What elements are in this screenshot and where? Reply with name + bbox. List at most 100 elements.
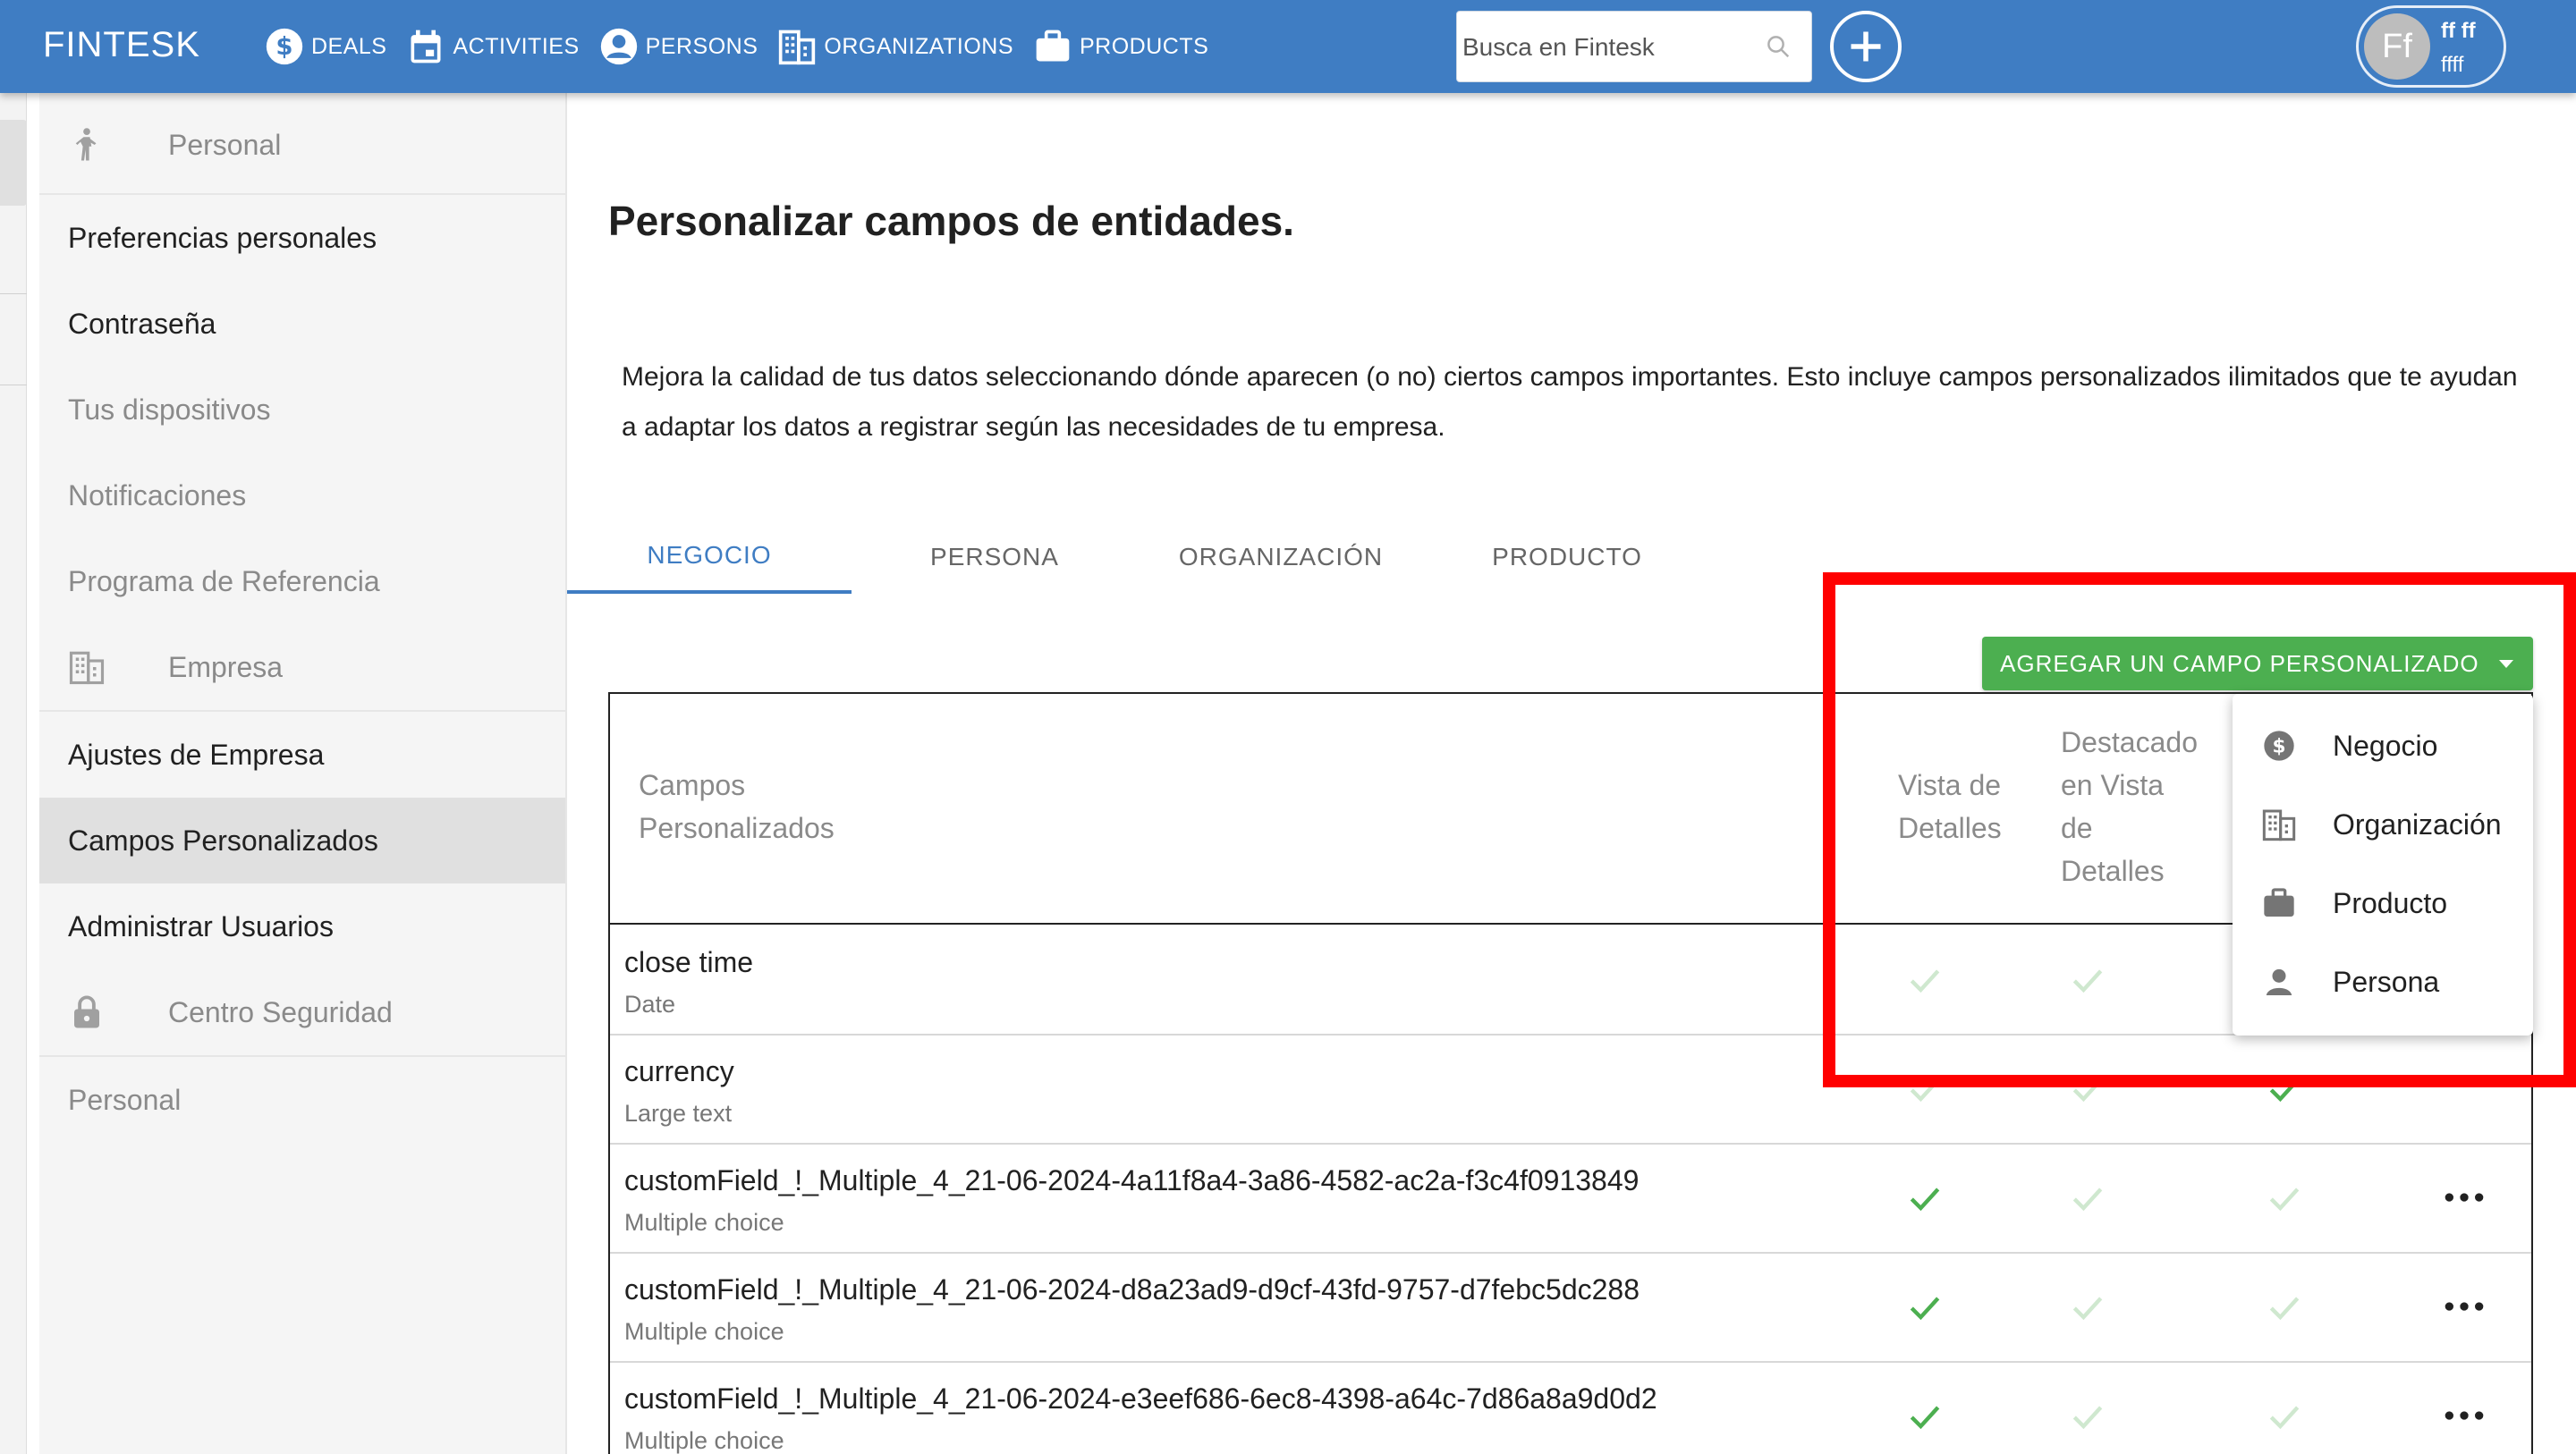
nav-organizations[interactable]: ORGANIZATIONS xyxy=(777,27,1013,66)
check-icon[interactable] xyxy=(1905,1069,1945,1109)
table-row: customField_!_Multiple_4_21-06-2024-4a11… xyxy=(610,1145,2531,1254)
lock-icon xyxy=(74,995,99,1028)
sidebar-item-dispositivos[interactable]: Tus dispositivos xyxy=(39,367,565,452)
check-icon[interactable] xyxy=(1905,1288,1945,1327)
add-custom-field-button[interactable]: AGREGAR UN CAMPO PERSONALIZADO xyxy=(1982,637,2533,690)
building-icon xyxy=(69,651,105,685)
building-icon xyxy=(2262,809,2296,841)
tab-negocio[interactable]: NEGOCIO xyxy=(567,520,852,594)
menu-item-producto[interactable]: Producto xyxy=(2233,864,2533,943)
app-logo[interactable]: FINTESK xyxy=(43,25,200,65)
plus-icon xyxy=(1851,31,1881,62)
field-name: close time xyxy=(624,946,754,978)
check-icon[interactable] xyxy=(1905,960,1945,1000)
menu-item-persona[interactable]: Persona xyxy=(2233,943,2533,1021)
check-icon[interactable] xyxy=(1905,1397,1945,1436)
nav-products[interactable]: PRODUCTS xyxy=(1033,27,1208,66)
add-field-dropdown-menu: $ Negocio Organización Producto Persona xyxy=(2233,694,2533,1036)
divider xyxy=(565,93,567,1454)
nav-persons-label: PERSONS xyxy=(645,33,758,59)
header-line: Campos xyxy=(639,769,746,801)
field-type: Multiple choice xyxy=(624,1427,784,1454)
header-line: Personalizados xyxy=(639,812,835,844)
tab-persona[interactable]: PERSONA xyxy=(852,520,1138,594)
field-name: customField_!_Multiple_4_21-06-2024-4a11… xyxy=(624,1164,1640,1196)
nav-activities-label: ACTIVITIES xyxy=(453,33,580,59)
field-type: Large text xyxy=(624,1100,733,1127)
nav-persons[interactable]: PERSONS xyxy=(599,27,758,66)
field-type: Date xyxy=(624,991,676,1018)
table-row: customField_!_Multiple_4_21-06-2024-e3ee… xyxy=(610,1363,2531,1454)
sidebar-header-label: Empresa xyxy=(168,650,284,683)
nav-activities[interactable]: ACTIVITIES xyxy=(406,27,579,66)
menu-item-label: Producto xyxy=(2333,886,2448,919)
header-line: de xyxy=(2061,812,2093,844)
caret-down-icon xyxy=(2499,660,2513,668)
sidebar-item-ajustes-empresa[interactable]: Ajustes de Empresa xyxy=(39,712,565,798)
sidebar-header-label: Centro Seguridad xyxy=(168,995,393,1028)
calendar-icon xyxy=(411,30,441,63)
sidebar-section-empresa: Empresa xyxy=(39,624,565,710)
check-icon[interactable] xyxy=(2265,1069,2304,1109)
person-icon xyxy=(2266,968,2292,995)
table-row: customField_!_Multiple_4_21-06-2024-d8a2… xyxy=(610,1254,2531,1363)
check-icon[interactable] xyxy=(2068,1397,2107,1436)
check-icon[interactable] xyxy=(2265,1288,2304,1327)
field-type: Multiple choice xyxy=(624,1209,784,1236)
header-line: Detalles xyxy=(2061,855,2165,887)
field-name: customField_!_Multiple_4_21-06-2024-e3ee… xyxy=(624,1382,1657,1415)
user-company: ffff xyxy=(2441,53,2464,77)
menu-item-label: Negocio xyxy=(2333,729,2438,762)
column-header-vista: Vista de Detalles xyxy=(1898,764,2002,850)
menu-item-negocio[interactable]: $ Negocio xyxy=(2233,706,2533,785)
person-icon xyxy=(600,28,637,65)
check-icon[interactable] xyxy=(2068,1179,2107,1218)
page-title: Personalizar campos de entidades. xyxy=(608,198,1294,244)
top-bar: FINTESK $ DEALS ACTIVITIES PERSONS ORGAN… xyxy=(0,0,2576,93)
dollar-circle-icon: $ xyxy=(2264,731,2294,761)
check-icon[interactable] xyxy=(1905,1179,1945,1218)
sidebar-item-personal[interactable]: Personal xyxy=(39,1057,565,1143)
header-line: Destacado xyxy=(2061,726,2198,758)
add-new-button[interactable] xyxy=(1830,11,1902,82)
more-options-icon[interactable] xyxy=(2442,1402,2487,1429)
column-header-campos: Campos Personalizados xyxy=(639,764,835,850)
user-menu[interactable]: Ff ff ff ffff xyxy=(2356,5,2506,88)
briefcase-icon xyxy=(1036,30,1070,62)
check-icon[interactable] xyxy=(2068,960,2107,1000)
check-icon[interactable] xyxy=(2265,1179,2304,1218)
header-line: Vista de xyxy=(1898,769,2002,801)
tab-organizacion[interactable]: ORGANIZACIÓN xyxy=(1138,520,1424,594)
sidebar-item-notificaciones[interactable]: Notificaciones xyxy=(39,452,565,538)
menu-item-organizacion[interactable]: Organización xyxy=(2233,785,2533,864)
dollar-icon: $ xyxy=(266,28,303,65)
sidebar-item-contrasena[interactable]: Contraseña xyxy=(39,281,565,367)
search-box xyxy=(1456,11,1812,82)
sidebar-item-referencia[interactable]: Programa de Referencia xyxy=(39,538,565,624)
check-icon[interactable] xyxy=(2265,1397,2304,1436)
more-options-icon[interactable] xyxy=(2442,1184,2487,1211)
search-input[interactable] xyxy=(1462,26,1767,69)
sidebar-item-campos-personalizados[interactable]: Campos Personalizados xyxy=(39,798,565,883)
walking-person-icon xyxy=(75,128,97,161)
nav-products-label: PRODUCTS xyxy=(1080,33,1209,59)
menu-item-label: Persona xyxy=(2333,965,2440,998)
sidebar-item-preferencias[interactable]: Preferencias personales xyxy=(39,195,565,281)
check-icon[interactable] xyxy=(2068,1069,2107,1109)
menu-item-label: Organización xyxy=(2333,807,2502,841)
sidebar-item-administrar-usuarios[interactable]: Administrar Usuarios xyxy=(39,883,565,969)
nav-deals[interactable]: $ DEALS xyxy=(265,27,386,66)
briefcase-icon xyxy=(2264,888,2294,917)
check-icon[interactable] xyxy=(2068,1288,2107,1327)
nav-organizations-label: ORGANIZATIONS xyxy=(824,33,1013,59)
settings-sidebar: Personal Preferencias personales Contras… xyxy=(39,93,565,1454)
more-options-icon[interactable] xyxy=(2442,1293,2487,1320)
avatar: Ff xyxy=(2364,13,2430,80)
collapsed-panel-tab xyxy=(0,120,27,206)
header-line: Detalles xyxy=(1898,812,2002,844)
nav-deals-label: DEALS xyxy=(311,33,387,59)
field-type: Multiple choice xyxy=(624,1318,784,1345)
tab-producto[interactable]: PRODUCTO xyxy=(1424,520,1710,594)
search-icon[interactable] xyxy=(1765,33,1792,60)
field-name: currency xyxy=(624,1055,734,1087)
